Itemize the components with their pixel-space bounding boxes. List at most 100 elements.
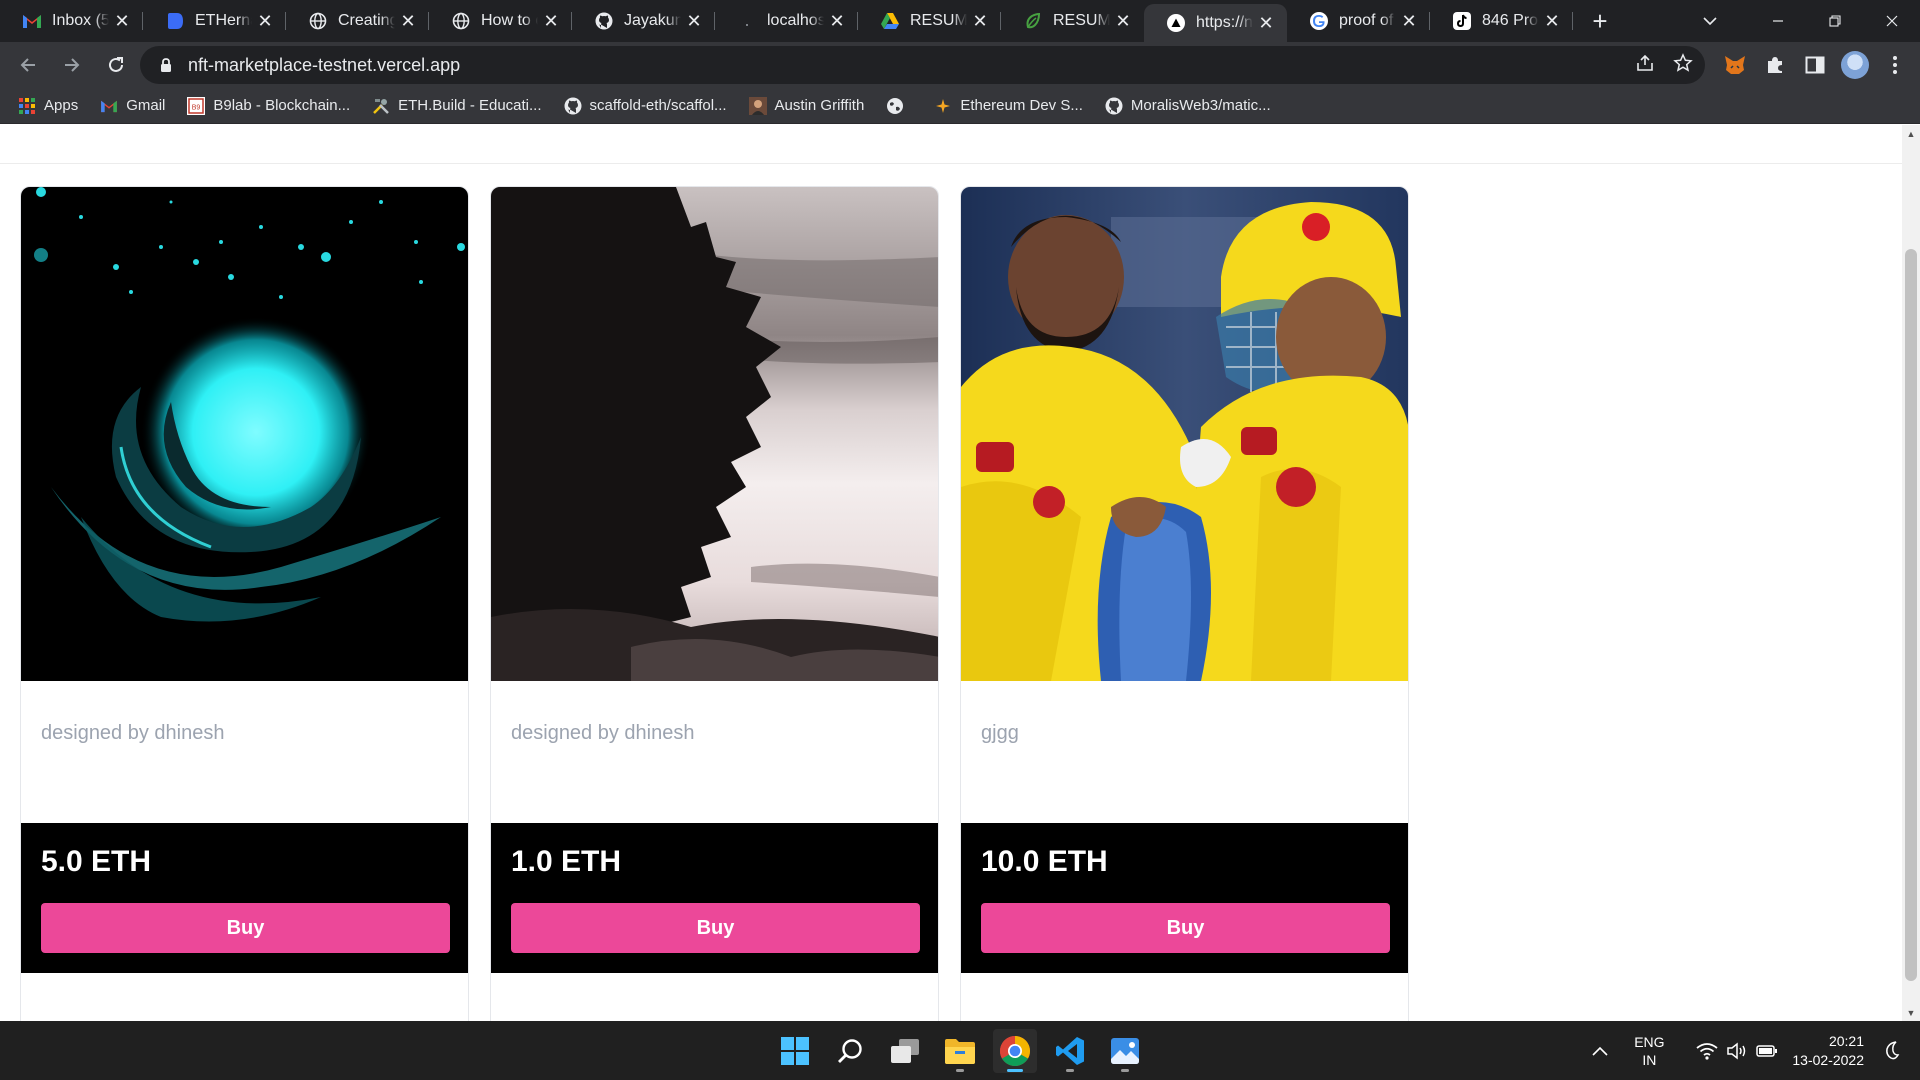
page-viewport: designed by dhinesh 5.0 ETH Buy designed… xyxy=(0,125,1902,1021)
new-tab-button[interactable]: + xyxy=(1579,0,1621,42)
bookmark-b9lab[interactable]: B9 B9lab - Blockchain... xyxy=(187,96,350,115)
tab-title: https://nf xyxy=(1196,14,1253,31)
bookmark-eth-build[interactable]: ETH.Build - Educati... xyxy=(372,97,542,115)
toolbar-actions xyxy=(1718,42,1920,88)
restore-icon xyxy=(1828,15,1841,27)
tab-title: Creating xyxy=(338,12,395,29)
close-icon[interactable]: ✕ xyxy=(113,12,131,30)
bookmark-star-icon[interactable] xyxy=(1673,52,1693,78)
close-icon[interactable]: ✕ xyxy=(399,12,417,30)
nft-price: 5.0 ETH xyxy=(41,845,152,878)
chrome-button[interactable] xyxy=(993,1028,1037,1073)
buy-button[interactable]: Buy xyxy=(511,903,920,953)
nft-card: designed by dhinesh 1.0 ETH Buy xyxy=(490,186,939,1021)
close-icon[interactable]: ✕ xyxy=(971,12,989,30)
nft-description: designed by dhinesh xyxy=(511,722,695,744)
bookmark-moralis[interactable]: MoralisWeb3/matic... xyxy=(1105,97,1271,115)
close-icon[interactable]: ✕ xyxy=(685,12,703,30)
close-icon[interactable]: ✕ xyxy=(542,12,560,30)
start-button[interactable] xyxy=(773,1029,817,1073)
close-icon[interactable]: ✕ xyxy=(1400,12,1418,30)
close-icon[interactable]: ✕ xyxy=(828,12,846,30)
buy-button[interactable]: Buy xyxy=(41,903,450,953)
menu-button[interactable] xyxy=(1878,48,1912,82)
bookmark-globe[interactable] xyxy=(886,97,912,115)
bookmark-label: scaffold-eth/scaffol... xyxy=(589,97,727,114)
nft-image-tree-silhouette[interactable] xyxy=(491,187,938,681)
tab-search-button[interactable] xyxy=(1690,0,1730,42)
tiktok-icon xyxy=(1452,11,1472,31)
address-bar[interactable]: nft-marketplace-testnet.vercel.app xyxy=(140,46,1705,84)
close-icon[interactable]: ✕ xyxy=(256,12,274,30)
clock-date: 13-02-2022 xyxy=(1792,1051,1864,1068)
chevron-up-icon[interactable] xyxy=(1588,1039,1612,1063)
reload-button[interactable] xyxy=(96,45,136,85)
notification-icon[interactable] xyxy=(1881,1039,1905,1063)
language-indicator[interactable]: ENG IN xyxy=(1626,1033,1672,1069)
bookmark-label: Ethereum Dev S... xyxy=(960,97,1083,114)
tab-resume-drive[interactable]: RESUME_ ✕ xyxy=(858,0,1001,42)
tab-nft-marketplace[interactable]: https://nf ✕ xyxy=(1144,4,1287,42)
bookmark-scaffold-eth[interactable]: scaffold-eth/scaffol... xyxy=(564,97,727,115)
restore-button[interactable] xyxy=(1806,0,1863,42)
tab-how-to[interactable]: How to c ✕ xyxy=(429,0,572,42)
docs-icon xyxy=(165,11,185,31)
bookmark-austin-griffith[interactable]: Austin Griffith xyxy=(748,96,865,115)
bookmark-gmail[interactable]: Gmail xyxy=(100,97,165,115)
scroll-up-arrow-icon[interactable]: ▲ xyxy=(1902,125,1920,142)
nft-image-cyan-swirl[interactable] xyxy=(21,187,468,681)
page-scrollbar[interactable]: ▲ ▼ xyxy=(1902,125,1920,1021)
bookmark-apps[interactable]: Apps xyxy=(18,97,78,115)
gmail-icon xyxy=(100,97,118,115)
volume-icon[interactable] xyxy=(1725,1039,1749,1063)
file-explorer-button[interactable] xyxy=(938,1029,982,1073)
photos-button[interactable] xyxy=(1103,1029,1147,1073)
metamask-icon[interactable] xyxy=(1718,48,1752,82)
tab-localhost[interactable]: localhost ✕ xyxy=(715,0,858,42)
minimize-button[interactable] xyxy=(1749,0,1806,42)
tab-proof-of[interactable]: proof of ✕ xyxy=(1287,0,1430,42)
wifi-icon[interactable] xyxy=(1695,1039,1719,1063)
tab-jayakumar[interactable]: Jayakuma ✕ xyxy=(572,0,715,42)
url-text[interactable]: nft-marketplace-testnet.vercel.app xyxy=(188,55,460,76)
extensions-icon[interactable] xyxy=(1758,48,1792,82)
nft-image-cricketers-photo[interactable] xyxy=(961,187,1408,681)
task-view-button[interactable] xyxy=(883,1029,927,1073)
bookmark-ethereum-dev[interactable]: Ethereum Dev S... xyxy=(934,97,1083,115)
tab-846-proof[interactable]: 846 Proo ✕ xyxy=(1430,0,1573,42)
chrome-icon xyxy=(999,1035,1031,1066)
close-icon[interactable]: ✕ xyxy=(1114,12,1132,30)
task-view-icon xyxy=(891,1038,919,1063)
close-icon xyxy=(1886,15,1897,27)
close-icon[interactable]: ✕ xyxy=(1543,12,1561,30)
taskbar-search-button[interactable] xyxy=(828,1029,872,1073)
side-panel-icon[interactable] xyxy=(1798,48,1832,82)
person-icon xyxy=(748,96,767,115)
battery-icon[interactable] xyxy=(1755,1039,1779,1063)
tab-creating[interactable]: Creating ✕ xyxy=(286,0,429,42)
back-button[interactable] xyxy=(8,45,48,85)
globe-icon xyxy=(308,11,328,31)
bookmark-label: MoralisWeb3/matic... xyxy=(1130,97,1271,114)
scrollbar-thumb[interactable] xyxy=(1905,249,1917,981)
tab-title: 846 Proo xyxy=(1482,12,1539,29)
buy-button[interactable]: Buy xyxy=(981,903,1390,953)
vscode-button[interactable] xyxy=(1048,1029,1092,1073)
share-icon[interactable] xyxy=(1635,53,1655,78)
tab-resume-overleaf[interactable]: RESUME_ ✕ xyxy=(1001,0,1144,42)
close-icon[interactable]: ✕ xyxy=(1257,14,1275,32)
bookmark-label: Austin Griffith xyxy=(774,97,865,114)
bookmark-label: ETH.Build - Educati... xyxy=(398,97,542,114)
profile-avatar[interactable] xyxy=(1838,48,1872,82)
clock[interactable]: 20:21 13-02-2022 xyxy=(1792,1032,1864,1070)
scroll-down-arrow-icon[interactable]: ▼ xyxy=(1902,1004,1920,1021)
tab-ethernals[interactable]: ETHernals ✕ xyxy=(143,0,286,42)
tab-title: RESUME_ xyxy=(910,12,967,29)
tab-title: ETHernals xyxy=(195,12,252,29)
close-window-button[interactable] xyxy=(1863,0,1920,42)
minimize-icon xyxy=(1772,20,1783,22)
forward-button[interactable] xyxy=(52,45,92,85)
tab-gmail[interactable]: Inbox (5,5 ✕ xyxy=(0,0,143,42)
lock-icon[interactable] xyxy=(158,57,174,73)
browser-toolbar: nft-marketplace-testnet.vercel.app xyxy=(0,42,1920,88)
